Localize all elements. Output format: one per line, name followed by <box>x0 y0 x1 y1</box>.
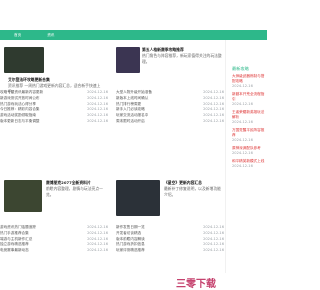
featured-image-1[interactable] <box>4 47 44 73</box>
sidebar-list: 大师级武器炼制与搭配攻略 2024-12-16 新副本开荒全流程指引 2024-… <box>232 74 266 169</box>
sidebar-item[interactable]: 新副本开荒全流程指引 2024-12-16 <box>232 92 266 107</box>
featured-desc-3: 前瞻内容整理，剧情与玩法亮点一览。 <box>46 185 103 197</box>
featured-image-2[interactable] <box>116 47 140 73</box>
list-item[interactable]: 周末限时活动开启 2024-12-16 <box>116 119 224 125</box>
sidebar-item[interactable]: 和平精英新模式上线 2024-12-16 <box>232 159 266 169</box>
featured-card-3[interactable]: 赛博朋克2077全新资料片 前瞻内容整理，剧情与玩法亮点一览。 <box>46 180 110 197</box>
nav-item-home[interactable]: 首页 <box>14 30 21 40</box>
right-sidebar: 最新攻略 大师级武器炼制与搭配攻略 2024-12-16 新副本开荒全流程指引 … <box>225 40 268 273</box>
sidebar-item[interactable]: 大师级武器炼制与搭配攻略 2024-12-16 <box>232 74 266 89</box>
news-list-1: 攻略专题资讯最新内容更新 2024-12-16 新游戏测试开放时间公布 2024-1… <box>0 90 108 125</box>
watermark-logo: 三零下载 <box>176 279 216 290</box>
main-content: 艾尔登法环攻略更新合集 资讯推荐 一周热门游戏更新内容汇总，适合新手快速上手。 … <box>0 40 268 290</box>
left-column: 艾尔登法环攻略更新合集 资讯推荐 一周热门游戏更新内容汇总，适合新手快速上手。 … <box>0 40 225 273</box>
nav-item-news[interactable]: 资讯 <box>47 30 54 40</box>
sidebar-item[interactable]: 万国觉醒平民阵容推荐 2024-12-16 <box>232 128 266 143</box>
featured-image-3[interactable] <box>4 180 42 212</box>
top-header <box>0 0 267 30</box>
sidebar-header: 最新攻略 <box>232 66 249 71</box>
sidebar-item[interactable]: 王者荣耀新英雄玩法解析 2024-12-16 <box>232 110 266 125</box>
main-navbar: 首页 资讯 <box>0 30 267 40</box>
featured-desc-4: 最新补丁修复说明，以及新增功能介绍。 <box>164 185 221 197</box>
featured-card-4[interactable]: 《星空》更新内容汇总 最新补丁修复说明，以及新增功能介绍。 <box>164 180 224 197</box>
list-item[interactable]: 电竞赛事最新动态 2024-12-16 <box>0 248 108 254</box>
sidebar-item[interactable]: 原神深渊配队参考 2024-12-16 <box>232 146 266 156</box>
news-list-2: 大型人物升级开始准备 2024-12-16 新版本上线时间确认 2024-12-16… <box>116 90 224 125</box>
featured-image-4[interactable] <box>116 180 160 216</box>
list-item[interactable]: 玩家评测精选推荐 2024-12-16 <box>116 248 224 254</box>
news-list-4: 新作发售日期一览 2024-12-16 开发者访谈精选 2024-12-16 版本前… <box>116 225 224 254</box>
list-item[interactable]: 版本更新日志与平衡调整 2024-12-16 <box>0 119 108 125</box>
news-list-3: 游戏资讯热门话题追踪 2024-12-16 热门手游推荐合集 2024-12-16 … <box>0 225 108 254</box>
featured-card-2[interactable]: 第五人格新赛季攻略推荐 热门角色与阵容推荐，新玩家值得关注的玩法整理。 <box>142 47 222 64</box>
featured-desc-2: 热门角色与阵容推荐，新玩家值得关注的玩法整理。 <box>142 52 222 64</box>
